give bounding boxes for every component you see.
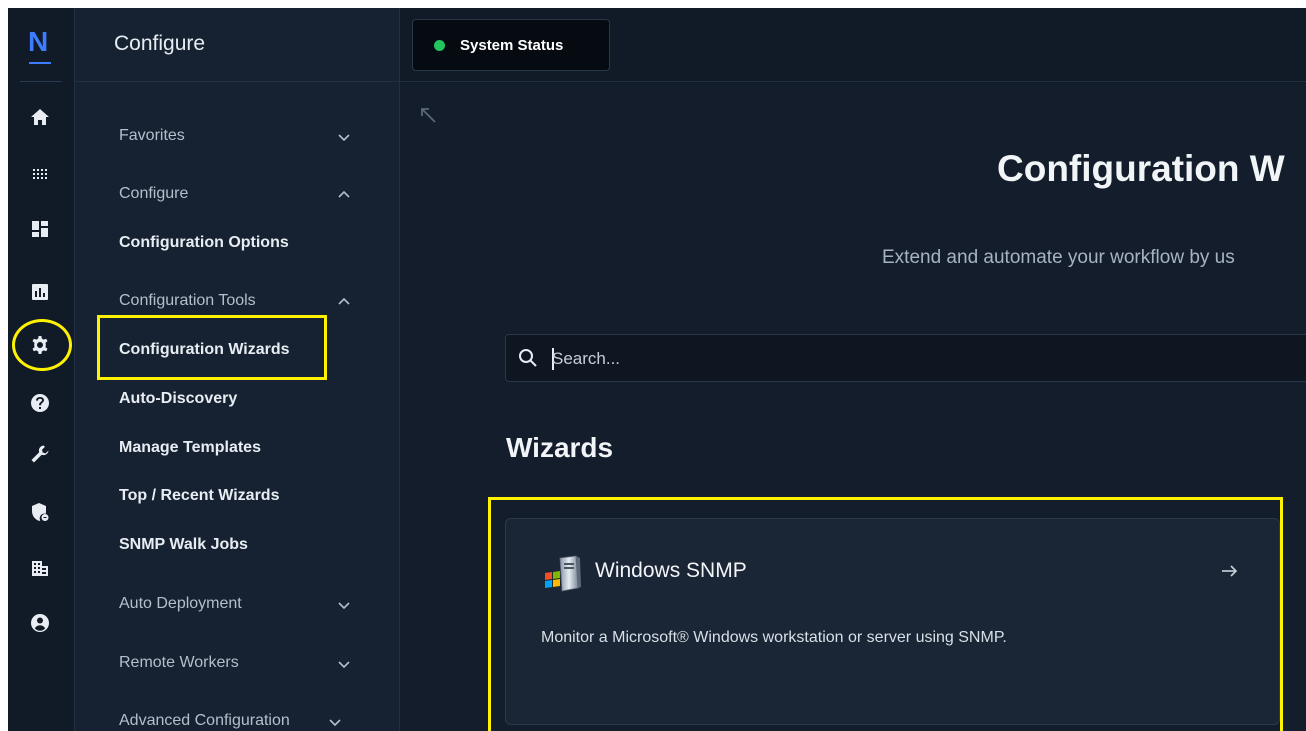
logo-underline [29,62,51,64]
dashboard-icon[interactable] [29,218,51,240]
icon-rail: N [8,8,75,731]
sidebar-item-snmp-walk-jobs[interactable]: SNMP Walk Jobs [119,536,248,554]
nav-group-label: Favorites [119,127,185,144]
logo-letter: N [28,26,49,57]
rail-divider [20,81,62,82]
nav-group-label: Advanced Configuration [119,712,290,729]
search-icon [518,348,538,368]
search-input[interactable] [552,345,1252,373]
chevron-down-icon [337,598,351,612]
home-icon[interactable] [29,106,51,128]
nav-group-remote-workers[interactable]: Remote Workers [119,654,359,672]
wizards-section-title: Wizards [506,432,614,463]
chevron-up-icon [337,294,351,308]
help-icon[interactable] [29,392,51,414]
nav-group-label: Remote Workers [119,654,239,671]
apps-grid-icon[interactable] [29,163,51,185]
configuration-wizards-highlight [97,315,327,380]
chevron-up-icon [337,187,351,201]
wizard-search-field[interactable] [505,334,1306,382]
reports-icon[interactable] [29,281,51,303]
system-status-button[interactable]: System Status [412,19,610,71]
chevron-down-icon [328,715,342,729]
sidebar-title: Configure [114,32,206,55]
nav-group-configuration-tools[interactable]: Configuration Tools [119,292,359,310]
chevron-down-icon [337,657,351,671]
chevron-down-icon [337,130,351,144]
sidebar-item-configuration-options[interactable]: Configuration Options [119,234,289,252]
status-indicator-dot [434,39,445,51]
sidebar-header: Configure [75,8,399,82]
admin-shield-icon[interactable] [29,501,51,523]
nav-group-configure[interactable]: Configure [119,185,359,203]
nav-group-label: Auto Deployment [119,595,242,612]
nav-group-advanced-configuration[interactable]: Advanced Configuration [119,712,359,730]
system-status-label: System Status [460,36,564,54]
nav-group-auto-deployment[interactable]: Auto Deployment [119,595,359,613]
organization-icon[interactable] [29,557,51,579]
sidebar-item-auto-discovery[interactable]: Auto-Discovery [119,390,237,408]
nav-group-label: Configure [119,185,189,202]
configure-icon-highlight [12,319,72,371]
tools-wrench-icon[interactable] [29,443,51,465]
configure-sidebar: Configure Favorites Configure Configurat… [75,8,400,731]
collapse-arrow-icon[interactable] [418,105,438,125]
nav-group-label: Configuration Tools [119,292,256,309]
top-bar: System Status [400,8,1306,82]
user-account-icon[interactable] [29,612,51,634]
page-title: Configuration W [997,148,1285,189]
page-subtitle: Extend and automate your workflow by us [882,247,1235,268]
app-window: N Configure Favorites Configure Configur… [8,8,1306,731]
main-content: Configuration W Extend and automate your… [400,83,1306,731]
wizard-card-highlight [488,497,1283,731]
sidebar-item-manage-templates[interactable]: Manage Templates [119,439,261,457]
nagios-logo[interactable]: N [28,28,54,64]
nav-group-favorites[interactable]: Favorites [119,127,359,145]
sidebar-item-top-recent-wizards[interactable]: Top / Recent Wizards [119,487,279,505]
